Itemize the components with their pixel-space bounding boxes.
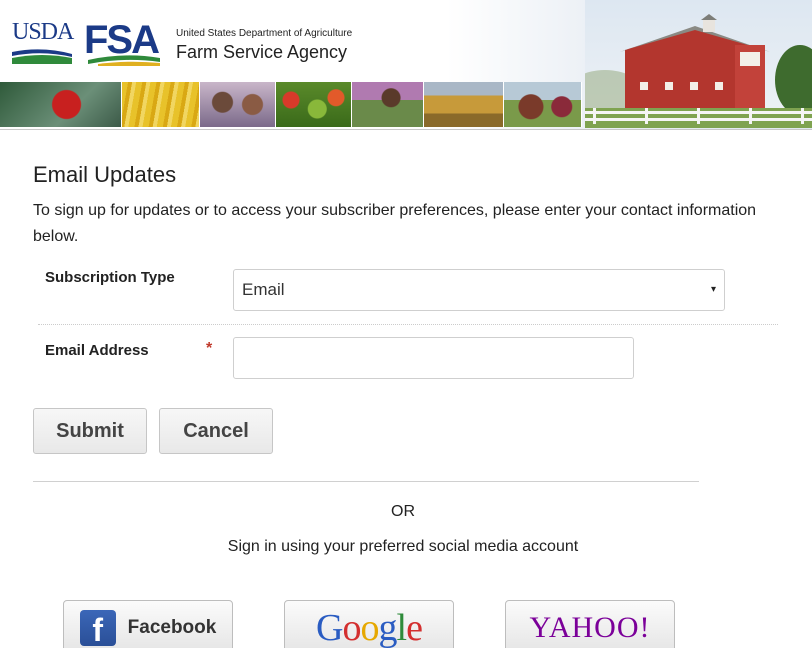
fsa-swoosh-icon (88, 55, 160, 66)
field-divider (38, 324, 778, 325)
social-signin-text: Sign in using your preferred social medi… (227, 538, 579, 555)
agency-name-block: United States Department of Agriculture … (176, 18, 352, 64)
facebook-logo: f Facebook (79, 610, 217, 646)
google-logo-letter: g (378, 607, 398, 648)
google-logo-letter: o (360, 607, 380, 648)
cancel-button[interactable]: Cancel (159, 408, 273, 454)
site-header-banner: USDA FSA United States Department of Agr… (0, 0, 812, 130)
fsa-logo[interactable]: FSA (84, 18, 162, 66)
farmer-woman-photo (352, 82, 424, 127)
required-marker: * (206, 340, 213, 357)
photo-strip (0, 82, 582, 127)
subscription-type-value: Email (242, 280, 285, 299)
or-separator-text: OR (391, 503, 415, 520)
facebook-label: Facebook (127, 617, 217, 638)
usda-logo-text: USDA (12, 19, 74, 45)
agency-name: Farm Service Agency (176, 42, 348, 62)
submit-button[interactable]: Submit (33, 408, 147, 454)
google-logo-letter: G (316, 607, 343, 648)
department-name: United States Department of Agriculture (176, 28, 353, 39)
corn-photo (122, 82, 200, 127)
facebook-signin-button[interactable]: f Facebook (63, 600, 233, 648)
google-logo: Google (316, 607, 423, 648)
usda-logo[interactable]: USDA (12, 18, 74, 66)
yahoo-logo: YAHOO! (529, 611, 651, 644)
page-title: Email Updates (33, 162, 177, 187)
google-logo-letter: e (406, 607, 423, 648)
subscription-type-label: Subscription Type (45, 269, 175, 286)
facebook-icon: f (79, 610, 116, 646)
logo-row: USDA FSA United States Department of Agr… (12, 18, 352, 68)
email-address-label: Email Address (45, 342, 149, 359)
usda-swoosh-icon (12, 49, 72, 64)
barn-photo-image (585, 0, 812, 128)
harvester-photo (424, 82, 504, 127)
google-signin-button[interactable]: Google (284, 600, 454, 648)
intro-text: To sign up for updates or to access your… (33, 202, 757, 245)
yahoo-signin-button[interactable]: YAHOO! (505, 600, 675, 648)
vegetables-photo (276, 82, 352, 127)
chevron-down-icon: ▾ (710, 284, 716, 295)
google-logo-letter: o (342, 607, 362, 648)
subscription-type-select[interactable]: Email ▾ (233, 269, 725, 311)
children-eating-photo (200, 82, 276, 127)
cattle-photo (504, 82, 582, 127)
email-address-input[interactable] (233, 337, 634, 379)
section-divider (33, 481, 699, 482)
cardinal-photo (0, 82, 122, 127)
google-logo-letter: l (396, 607, 408, 648)
